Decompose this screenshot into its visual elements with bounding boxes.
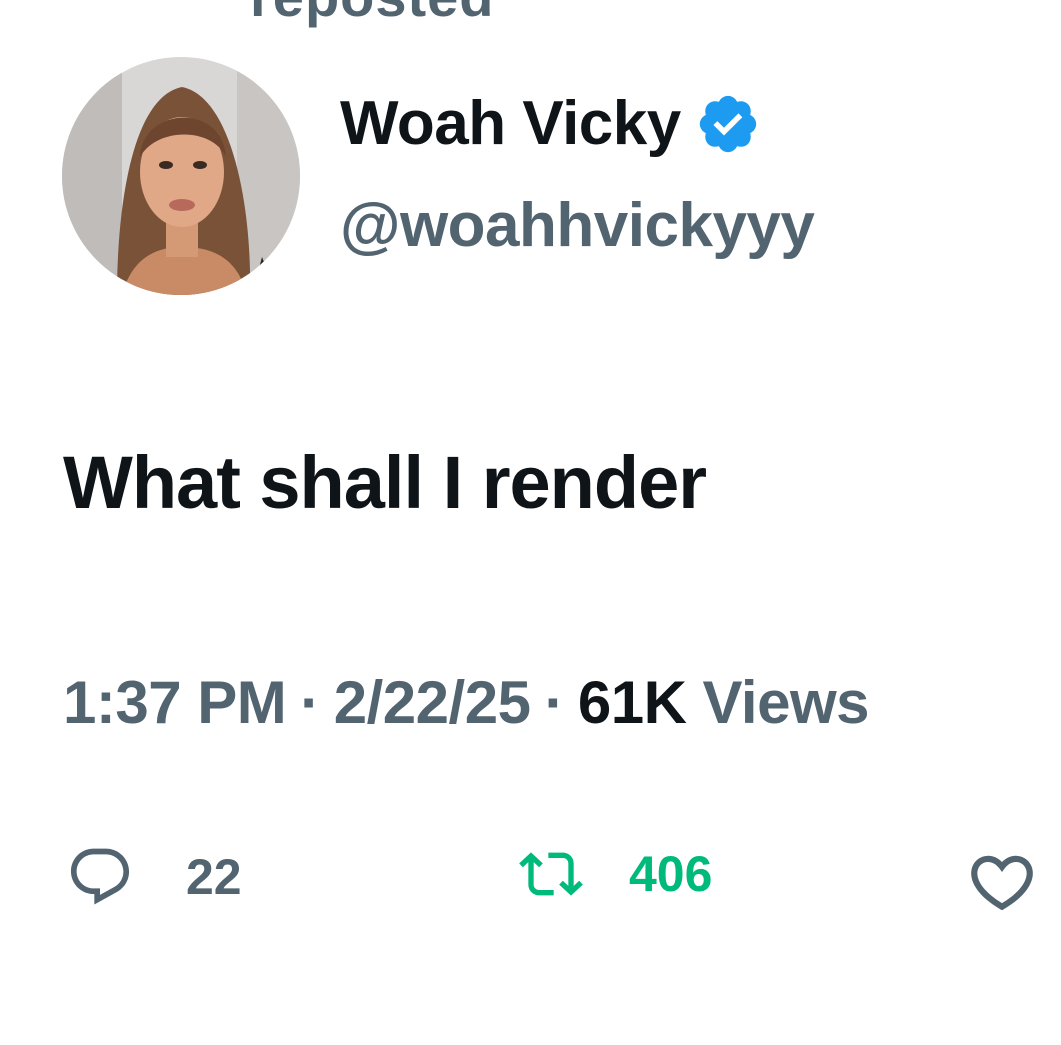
- author-handle[interactable]: @woahhvickyyy: [340, 190, 815, 261]
- views-count: 61K: [577, 669, 687, 736]
- reply-button[interactable]: 22: [66, 842, 242, 912]
- retweet-icon: [519, 852, 583, 896]
- retweet-count: 406: [629, 846, 713, 902]
- like-button[interactable]: [958, 845, 1046, 919]
- reposted-label: reposted: [250, 0, 495, 29]
- author-display-name[interactable]: Woah Vicky: [340, 88, 681, 159]
- tweet-meta-row: 1:37 PM · 2/22/25 · 61K Views: [63, 668, 870, 737]
- reposted-header-cutoff: reposted: [0, 0, 1061, 30]
- tweet-time[interactable]: 1:37 PM: [63, 668, 287, 737]
- tweet-date[interactable]: 2/22/25: [334, 668, 531, 737]
- heart-icon: [971, 855, 1033, 911]
- reply-count: 22: [186, 849, 242, 905]
- reply-icon: [70, 848, 130, 905]
- avatar[interactable]: [62, 57, 300, 295]
- views-label: Views: [702, 669, 870, 736]
- meta-separator: ·: [300, 669, 320, 736]
- author-display-name-row[interactable]: Woah Vicky: [340, 88, 761, 159]
- retweet-button[interactable]: 406: [505, 842, 712, 906]
- avatar-photo: [62, 57, 300, 295]
- verified-badge-icon: [699, 95, 756, 152]
- tweet-text: What shall I render: [63, 441, 707, 524]
- meta-separator: ·: [544, 669, 564, 736]
